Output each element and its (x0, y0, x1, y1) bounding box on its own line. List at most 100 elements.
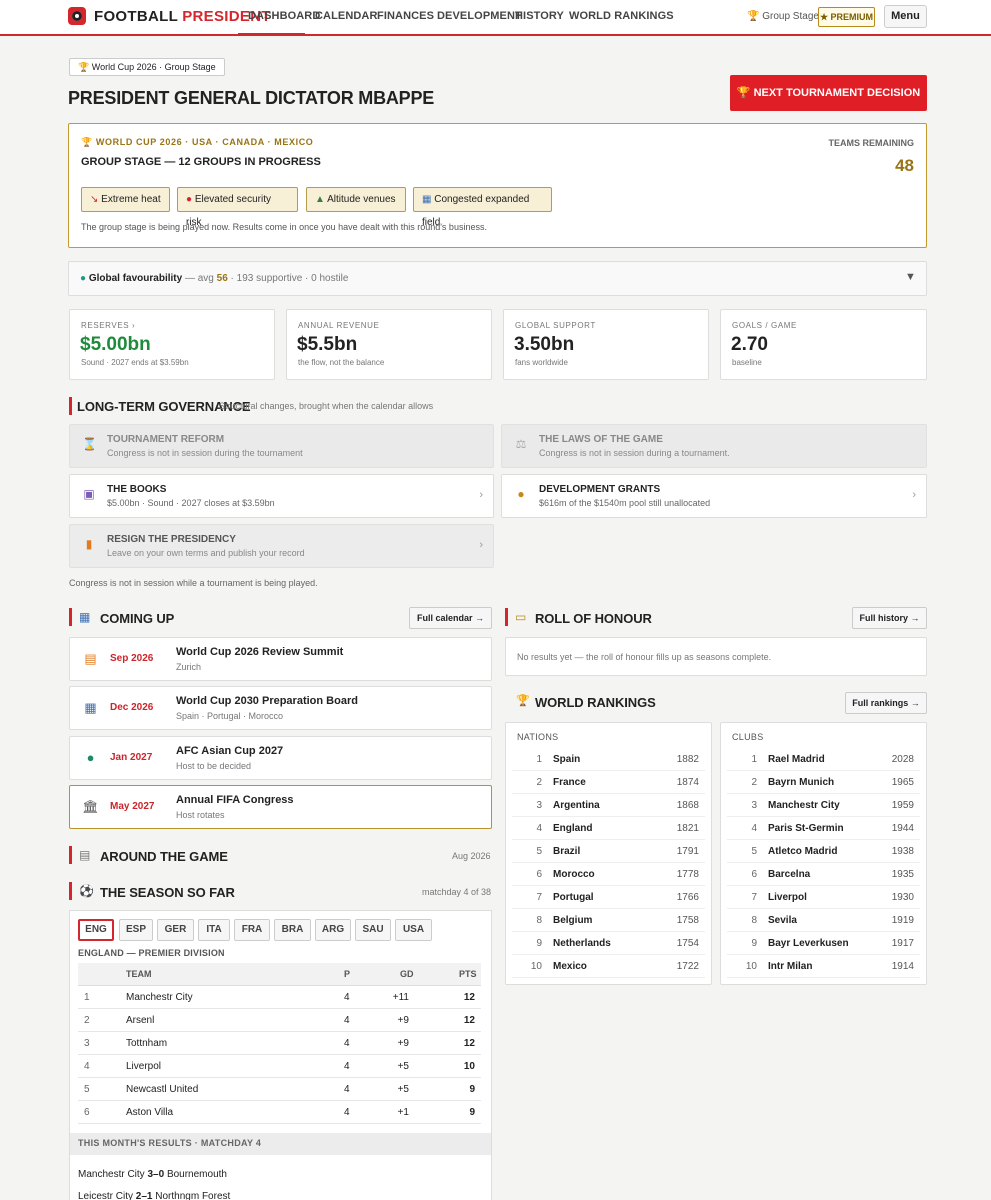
scroll-icon: ▭ (515, 610, 527, 624)
table-row[interactable]: 2 Arsenl 4 +9 12 (78, 1009, 481, 1032)
rank-number: 6 (751, 869, 757, 880)
league-tab-usa[interactable]: USA (395, 919, 432, 941)
ranking-row[interactable]: 10 Intr Milan 1914 (727, 955, 920, 978)
ranking-row[interactable]: 2 Bayrn Munich 1965 (727, 771, 920, 794)
rank-number: 3 (536, 800, 542, 811)
building-icon: 🏛 (82, 799, 99, 814)
football-icon: ⚽ (79, 884, 94, 898)
trophy-icon: 🏆 (516, 695, 530, 707)
gov-resign-presidency[interactable]: ▮ RESIGN THE PRESIDENCY Leave on your ow… (69, 524, 494, 568)
ranking-row[interactable]: 2 France 1874 (512, 771, 705, 794)
chevron-down-icon[interactable]: ▼ (905, 271, 916, 283)
table-pts: 10 (463, 1061, 475, 1072)
ranking-row[interactable]: 5 Atletco Madrid 1938 (727, 840, 920, 863)
ranking-row[interactable]: 9 Bayr Leverkusen 1917 (727, 932, 920, 955)
favourability-label: Global favourability (88, 273, 183, 284)
rank-score: 1935 (891, 869, 914, 880)
rank-score: 1778 (676, 869, 699, 880)
event-item[interactable]: ● Jan 2027 AFC Asian Cup 2027 Host to be… (69, 736, 492, 780)
ranking-row[interactable]: 7 Liverpol 1930 (727, 886, 920, 909)
nav-finances[interactable]: FINANCES (377, 10, 434, 22)
next-tournament-decision-button[interactable]: 🏆 NEXT TOURNAMENT DECISION (730, 75, 927, 111)
league-tab-fra[interactable]: FRA (234, 919, 270, 941)
ranking-row[interactable]: 4 England 1821 (512, 817, 705, 840)
nav-world-rankings[interactable]: WORLD RANKINGS (569, 10, 674, 22)
ranking-row[interactable]: 7 Portugal 1766 (512, 886, 705, 909)
event-location: Spain · Portugal · Morocco (176, 711, 284, 721)
ranking-row[interactable]: 10 Mexico 1722 (512, 955, 705, 978)
rank-name: Brazil (553, 846, 581, 857)
event-date: Jan 2027 (110, 752, 153, 763)
stat-label: RESERVES › (81, 321, 136, 330)
ranking-row[interactable]: 6 Barcelna 1935 (727, 863, 920, 886)
league-tab-sau[interactable]: SAU (355, 919, 391, 941)
event-item[interactable]: ▦ Dec 2026 World Cup 2030 Preparation Bo… (69, 686, 492, 730)
rank-name: Manchestr City (768, 800, 840, 811)
gov-card-title: TOURNAMENT REFORM (107, 434, 225, 445)
trophy-icon: 🏆 (78, 62, 90, 72)
gov-development-grants[interactable]: ● DEVELOPMENT GRANTS $616m of the $1540m… (501, 474, 927, 518)
rank-number: 9 (536, 938, 542, 949)
stat-value: $5.00bn (80, 334, 151, 355)
ranking-row[interactable]: 3 Manchestr City 1959 (727, 794, 920, 817)
table-team: Aston Villa (126, 1107, 174, 1118)
table-row[interactable]: 6 Aston Villa 4 +1 9 (78, 1101, 481, 1124)
table-row[interactable]: 1 Manchestr City 4 +11 12 (78, 986, 481, 1009)
ranking-row[interactable]: 4 Paris St-Germin 1944 (727, 817, 920, 840)
rank-number: 8 (536, 915, 542, 926)
full-rankings-button[interactable]: Full rankings → (845, 692, 927, 714)
calendar-icon: ▦ (84, 700, 97, 715)
rank-number: 10 (745, 961, 757, 972)
table-row[interactable]: 4 Liverpol 4 +5 10 (78, 1055, 481, 1078)
ranking-row[interactable]: 8 Belgium 1758 (512, 909, 705, 932)
event-item[interactable]: 🏛 May 2027 Annual FIFA Congress Host rot… (69, 785, 492, 829)
chip-extreme-heat: ↘ Extreme heat (81, 187, 170, 212)
trophy-icon: 🏆 (81, 137, 93, 147)
table-team: Liverpol (126, 1061, 162, 1072)
stat-global-support: GLOBAL SUPPORT 3.50bn fans worldwide (503, 309, 709, 380)
rank-name: Intr Milan (768, 961, 813, 972)
league-tab-esp[interactable]: ESP (119, 919, 153, 941)
league-tab-bra[interactable]: BRA (274, 919, 311, 941)
rank-name: Mexico (553, 961, 587, 972)
stat-label: ANNUAL REVENUE (298, 321, 380, 330)
ranking-row[interactable]: 5 Brazil 1791 (512, 840, 705, 863)
league-tab-arg[interactable]: ARG (315, 919, 351, 941)
nav-history[interactable]: HISTORY (515, 10, 564, 22)
rank-name: Paris St-Germin (768, 823, 844, 834)
stat-reserves[interactable]: RESERVES › $5.00bn Sound · 2027 ends at … (69, 309, 275, 380)
full-calendar-button[interactable]: Full calendar → (409, 607, 492, 629)
rank-number: 8 (751, 915, 757, 926)
nav-development[interactable]: DEVELOPMENT (437, 10, 522, 22)
chip-label: Extreme heat (101, 194, 161, 205)
ranking-row[interactable]: 1 Spain 1882 (512, 748, 705, 771)
rank-number: 5 (536, 846, 542, 857)
ranking-row[interactable]: 9 Netherlands 1754 (512, 932, 705, 955)
league-tab-ita[interactable]: ITA (198, 919, 230, 941)
banknote-icon: ▣ (83, 487, 95, 501)
result-home: Manchestr City (78, 1169, 145, 1180)
table-row[interactable]: 3 Tottnham 4 +9 12 (78, 1032, 481, 1055)
nav-dashboard[interactable]: DASHBOARD (248, 10, 320, 22)
nav-calendar[interactable]: CALENDAR (315, 10, 378, 22)
table-gd: +9 (397, 1015, 409, 1026)
league-tab-eng[interactable]: ENG (78, 919, 114, 941)
ranking-row[interactable]: 8 Sevila 1919 (727, 909, 920, 932)
table-row[interactable]: 5 Newcastl United 4 +5 9 (78, 1078, 481, 1101)
gov-the-books[interactable]: ▣ THE BOOKS $5.00bn · Sound · 2027 close… (69, 474, 494, 518)
trophy-icon: 🏆 (736, 87, 751, 99)
globe-icon: ● (80, 273, 87, 284)
league-tab-ger[interactable]: GER (157, 919, 194, 941)
ranking-row[interactable]: 3 Argentina 1868 (512, 794, 705, 817)
rank-name: Bayr Leverkusen (768, 938, 849, 949)
event-item[interactable]: ▤ Sep 2026 World Cup 2026 Review Summit … (69, 637, 492, 681)
table-gd: +5 (397, 1061, 409, 1072)
event-name: World Cup 2030 Preparation Board (176, 695, 358, 707)
rank-name: Atletco Madrid (768, 846, 838, 857)
menu-button[interactable]: Menu (884, 5, 927, 28)
premium-button[interactable]: ★ PREMIUM (818, 7, 875, 27)
ranking-row[interactable]: 6 Morocco 1778 (512, 863, 705, 886)
full-history-button[interactable]: Full history → (852, 607, 927, 629)
ranking-row[interactable]: 1 Rael Madrid 2028 (727, 748, 920, 771)
chevron-right-icon: › (912, 489, 916, 501)
